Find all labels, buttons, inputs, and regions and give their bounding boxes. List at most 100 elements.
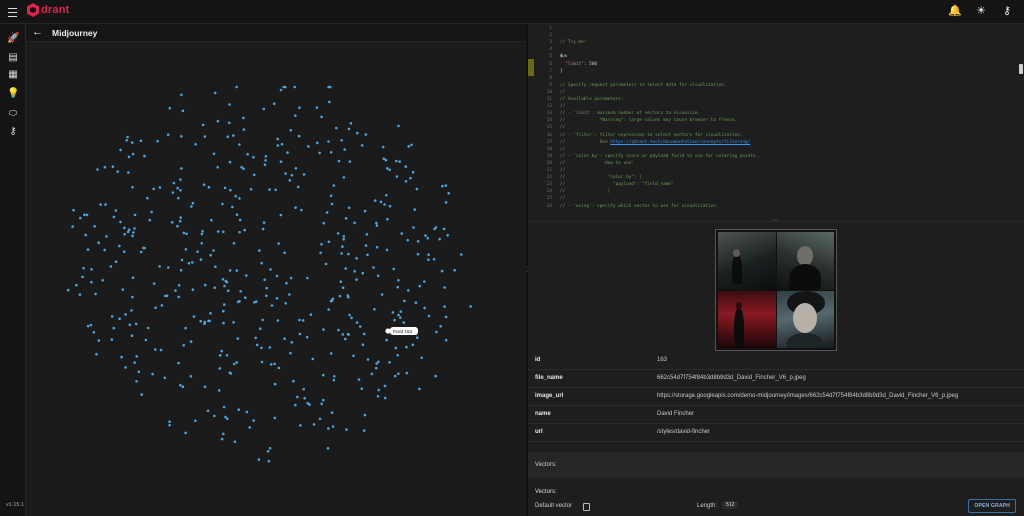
scatter-point[interactable] — [150, 210, 153, 214]
scatter-point[interactable] — [375, 245, 379, 249]
scatter-point[interactable] — [273, 362, 276, 366]
scatter-point[interactable] — [397, 279, 400, 282]
vector-scatter-plot[interactable]: Point 163 — [26, 42, 526, 516]
scatter-point[interactable] — [130, 309, 133, 312]
scatter-point[interactable] — [201, 230, 204, 233]
scatter-point[interactable] — [299, 424, 302, 427]
scatter-point[interactable] — [180, 258, 184, 262]
scatter-point[interactable] — [290, 173, 294, 177]
scatter-point[interactable] — [99, 203, 102, 206]
scatter-point[interactable] — [286, 151, 289, 154]
scatter-point[interactable] — [277, 366, 281, 370]
scatter-point[interactable] — [170, 221, 174, 224]
scatter-point[interactable] — [392, 267, 396, 271]
scatter-point[interactable] — [361, 343, 365, 347]
scatter-point[interactable] — [104, 203, 107, 206]
scatter-point[interactable] — [386, 217, 389, 221]
scatter-point[interactable] — [347, 296, 350, 299]
scatter-point[interactable] — [114, 209, 118, 212]
scatter-point[interactable] — [294, 206, 297, 209]
scatter-point[interactable] — [441, 184, 444, 188]
scatter-point[interactable] — [177, 284, 181, 287]
scatter-point[interactable] — [432, 257, 436, 261]
scatter-point[interactable] — [238, 143, 241, 146]
scatter-point[interactable] — [289, 276, 293, 280]
scatter-point[interactable] — [348, 313, 351, 317]
scatter-point[interactable] — [252, 419, 255, 422]
scatter-point[interactable] — [276, 144, 280, 147]
scatter-point[interactable] — [262, 107, 266, 111]
scatter-point[interactable] — [383, 384, 387, 388]
scatter-point[interactable] — [280, 142, 284, 146]
scatter-point[interactable] — [224, 415, 227, 419]
scatter-point[interactable] — [427, 253, 430, 256]
scatter-point[interactable] — [228, 103, 231, 106]
scatter-point[interactable] — [375, 221, 378, 225]
scatter-point[interactable] — [143, 154, 146, 158]
scatter-point[interactable] — [288, 179, 292, 182]
scatter-point[interactable] — [116, 170, 119, 173]
scatter-point[interactable] — [227, 121, 231, 125]
scatter-point[interactable] — [245, 274, 248, 277]
scatter-point[interactable] — [209, 253, 212, 257]
scatter-point[interactable] — [320, 402, 324, 406]
scatter-point[interactable] — [444, 201, 448, 204]
scatter-point[interactable] — [184, 248, 188, 251]
scatter-point[interactable] — [400, 232, 404, 235]
scatter-point[interactable] — [277, 242, 280, 245]
scatter-point[interactable] — [158, 186, 162, 189]
scatter-point[interactable] — [297, 134, 301, 138]
scatter-point[interactable] — [146, 326, 150, 330]
scatter-point[interactable] — [262, 221, 266, 224]
scatter-point[interactable] — [382, 157, 386, 160]
scatter-point[interactable] — [364, 133, 368, 136]
scatter-point[interactable] — [403, 299, 406, 303]
scatter-point[interactable] — [218, 354, 222, 357]
scatter-point[interactable] — [168, 106, 172, 110]
scatter-point[interactable] — [410, 143, 413, 147]
scatter-point[interactable] — [416, 336, 419, 340]
scatter-point[interactable] — [305, 335, 309, 339]
scatter-point[interactable] — [264, 159, 267, 162]
scatter-point[interactable] — [375, 362, 379, 365]
scatter-point[interactable] — [347, 333, 351, 336]
scatter-point[interactable] — [306, 276, 309, 280]
scatter-point[interactable] — [96, 168, 99, 171]
scatter-point[interactable] — [320, 115, 323, 119]
scatter-point[interactable] — [331, 425, 335, 428]
scatter-point[interactable] — [216, 230, 220, 233]
scatter-point[interactable] — [293, 85, 297, 89]
scatter-point[interactable] — [221, 278, 225, 281]
scatter-point[interactable] — [119, 220, 122, 224]
scatter-point[interactable] — [399, 316, 402, 319]
scatter-point[interactable] — [164, 294, 167, 298]
scatter-point[interactable] — [239, 290, 242, 293]
scatter-point[interactable] — [123, 226, 126, 230]
scatter-point[interactable] — [469, 305, 472, 308]
scatter-point[interactable] — [238, 197, 241, 200]
scatter-point[interactable] — [142, 246, 145, 250]
scatter-point[interactable] — [355, 321, 359, 324]
scatter-point[interactable] — [118, 317, 121, 321]
scatter-point[interactable] — [166, 133, 170, 137]
scatter-point[interactable] — [156, 139, 159, 143]
scatter-point[interactable] — [203, 283, 207, 287]
scatter-point[interactable] — [228, 371, 232, 375]
scatter-point[interactable] — [252, 156, 255, 159]
scatter-point[interactable] — [105, 235, 108, 238]
scatter-point[interactable] — [435, 330, 438, 334]
scatter-point[interactable] — [90, 268, 93, 271]
scatter-point[interactable] — [124, 366, 127, 369]
scatter-point[interactable] — [268, 188, 271, 191]
scatter-point[interactable] — [294, 403, 297, 407]
scatter-point[interactable] — [337, 328, 340, 332]
scatter-point[interactable] — [226, 289, 230, 292]
scatter-point[interactable] — [279, 160, 283, 163]
scatter-point[interactable] — [236, 337, 240, 340]
scatter-point[interactable] — [174, 289, 177, 292]
scatter-point[interactable] — [179, 268, 183, 272]
scatter-point[interactable] — [348, 160, 352, 163]
scatter-point[interactable] — [405, 371, 409, 375]
scatter-point[interactable] — [343, 148, 347, 151]
scatter-point[interactable] — [217, 389, 221, 392]
